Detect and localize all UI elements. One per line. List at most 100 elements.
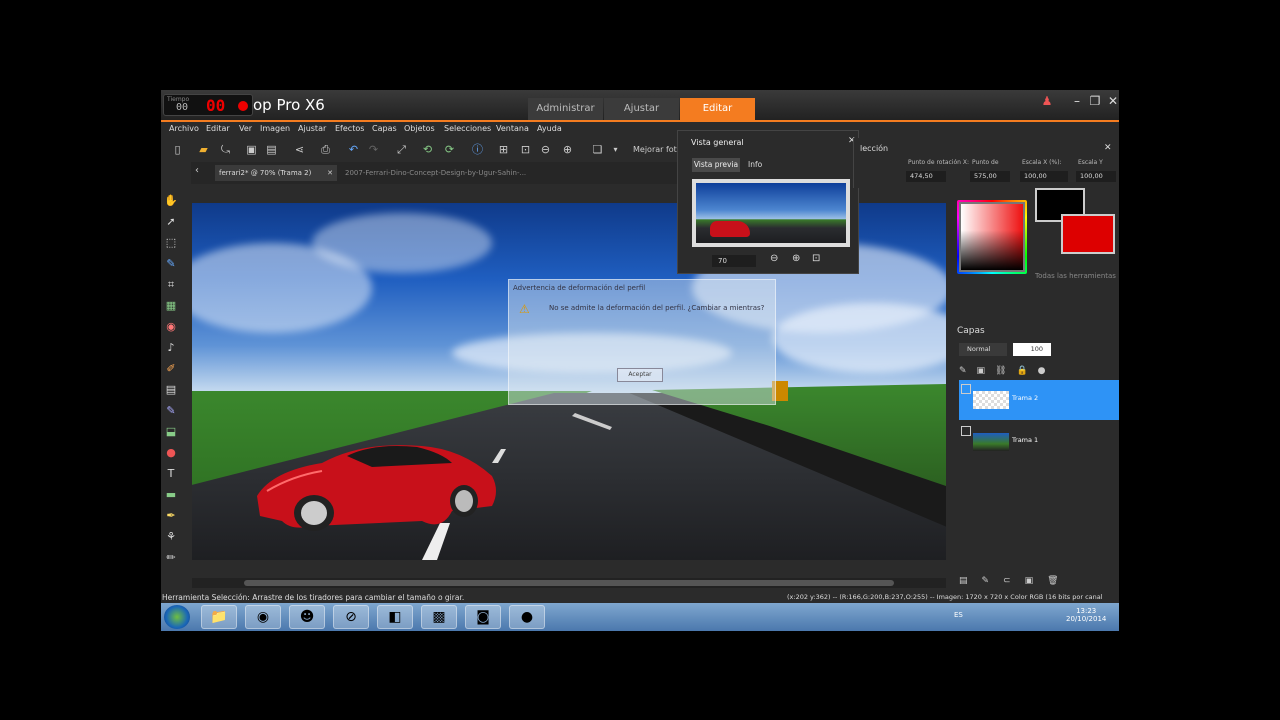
menu-selecciones[interactable]: Selecciones: [444, 124, 491, 133]
recorder-app-icon[interactable]: ●: [509, 605, 545, 629]
share-icon[interactable]: ⋖: [293, 143, 306, 156]
restore-icon[interactable]: ❐: [1087, 94, 1103, 108]
tab-editar[interactable]: Editar: [680, 98, 755, 120]
document-tab-inactive[interactable]: 2007-Ferrari-Dino-Concept-Design-by-Ugur…: [345, 165, 565, 181]
menu-ajustar[interactable]: Ajustar: [298, 124, 326, 133]
close-tab-icon[interactable]: ✕: [327, 165, 333, 181]
menu-efectos[interactable]: Efectos: [335, 124, 364, 133]
background-color-swatch[interactable]: [1061, 214, 1115, 254]
copy-icon[interactable]: ❏: [591, 143, 604, 156]
lighten-brush-icon[interactable]: ✎: [164, 404, 178, 418]
selection-tool-icon[interactable]: ⬚: [164, 236, 178, 250]
close-icon[interactable]: ✕: [1105, 94, 1119, 108]
close-icon[interactable]: ✕: [1104, 143, 1112, 153]
visibility-icon[interactable]: [961, 384, 971, 394]
scale-y-field[interactable]: 100,00: [1076, 171, 1116, 182]
menu-ver[interactable]: Ver: [239, 124, 252, 133]
tab-ajustar[interactable]: Ajustar: [604, 98, 679, 120]
pan-tool-icon[interactable]: ✋: [164, 194, 178, 208]
eraser-tool-icon[interactable]: ✏: [164, 551, 178, 565]
minimize-icon[interactable]: –: [1069, 94, 1085, 108]
straighten-tool-icon[interactable]: ▦: [164, 299, 178, 313]
resize-icon[interactable]: ⤢: [395, 143, 408, 156]
flood-fill-icon[interactable]: ⬓: [164, 425, 178, 439]
crop-tool-icon[interactable]: ⌗: [164, 278, 178, 292]
new-file-icon[interactable]: ▯: [171, 143, 184, 156]
dropper-tool-icon[interactable]: ✎: [164, 257, 178, 271]
zoom-in-icon[interactable]: ⊕: [561, 143, 574, 156]
zoom-out-icon[interactable]: ⊖: [539, 143, 552, 156]
menu-ventana[interactable]: Ventana: [496, 124, 529, 133]
enhance-photo-button[interactable]: Mejorar foto: [633, 145, 682, 154]
clock[interactable]: 13:23 20/10/2014: [1066, 607, 1106, 623]
layer-row-trama2[interactable]: Trama 2: [959, 380, 1119, 420]
app-icon[interactable]: ▩: [421, 605, 457, 629]
print-icon[interactable]: ⎙: [319, 143, 332, 156]
app-icon[interactable]: ◧: [377, 605, 413, 629]
picture-tube-icon[interactable]: ●: [164, 446, 178, 460]
chevron-left-icon[interactable]: ‹: [195, 165, 199, 176]
menu-ayuda[interactable]: Ayuda: [537, 124, 562, 133]
fit-window-icon[interactable]: ⊞: [497, 143, 510, 156]
horizontal-scrollbar[interactable]: [192, 578, 946, 588]
menu-capas[interactable]: Capas: [372, 124, 397, 133]
open-folder-icon[interactable]: ▰: [197, 143, 210, 156]
chrome-icon[interactable]: ◉: [245, 605, 281, 629]
save-as-icon[interactable]: ▤: [265, 143, 278, 156]
screen-recorder-widget[interactable]: Tiempo 00 00: [163, 94, 253, 116]
start-button[interactable]: [164, 605, 190, 629]
explorer-icon[interactable]: 📁: [201, 605, 237, 629]
save-icon[interactable]: ▣: [245, 143, 258, 156]
layers-bottom-toolbar[interactable]: ▤✎⊂▣🗑: [947, 574, 1119, 590]
menu-imagen[interactable]: Imagen: [260, 124, 290, 133]
undo-icon[interactable]: ↶: [347, 143, 360, 156]
camera-icon[interactable]: ◙: [465, 605, 501, 629]
language-indicator[interactable]: ES: [954, 611, 963, 619]
red-car-layer[interactable]: [252, 441, 502, 531]
rot-y-field[interactable]: 575,00: [970, 171, 1010, 182]
shape-tool-icon[interactable]: ▬: [164, 488, 178, 502]
menu-objetos[interactable]: Objetos: [404, 124, 435, 133]
warning-dialog-ghost[interactable]: Advertencia de deformación del perfil ⚠ …: [508, 279, 776, 405]
rotate-right-icon[interactable]: ⟳: [443, 143, 456, 156]
color-picker[interactable]: [959, 202, 1025, 272]
menu-editar[interactable]: Editar: [206, 124, 230, 133]
rot-x-field[interactable]: 474,50: [906, 171, 946, 182]
warp-brush-icon[interactable]: ⚘: [164, 530, 178, 544]
layer-tools[interactable]: ✎▣⛓🔒●: [959, 366, 1056, 376]
info-icon[interactable]: ⓘ: [471, 143, 484, 156]
pen-tool-icon[interactable]: ✒: [164, 509, 178, 523]
rotate-left-icon[interactable]: ⟲: [421, 143, 434, 156]
user-icon[interactable]: ♟: [1039, 94, 1055, 108]
record-icon[interactable]: [238, 101, 248, 111]
pick-tool-icon[interactable]: ➚: [164, 215, 178, 229]
all-tools-checkbox[interactable]: Todas las herramientas: [1035, 272, 1116, 280]
makeover-tool-icon[interactable]: ♪: [164, 341, 178, 355]
zoom-fit-icon[interactable]: ⊡: [519, 143, 532, 156]
scale-x-field[interactable]: 100,00: [1020, 171, 1068, 182]
blend-mode-select[interactable]: Normal: [959, 343, 1007, 356]
clone-brush-icon[interactable]: ▤: [164, 383, 178, 397]
text-tool-icon[interactable]: T: [164, 467, 178, 481]
tab-administrar[interactable]: Administrar: [528, 98, 603, 120]
fit-zoom-icon[interactable]: ⊡: [812, 253, 820, 264]
visibility-icon[interactable]: [961, 426, 971, 436]
tab-info[interactable]: Info: [748, 158, 778, 172]
opacity-field[interactable]: 100: [1013, 343, 1051, 356]
layer-actions-icons[interactable]: ▤✎⊂▣🗑: [959, 576, 1073, 586]
redo-icon[interactable]: ↷: [367, 143, 380, 156]
document-tab-active[interactable]: ferrari2* @ 70% (Trama 2) ✕: [215, 165, 337, 181]
menu-archivo[interactable]: Archivo: [169, 124, 199, 133]
app-icon[interactable]: ☻: [289, 605, 325, 629]
overview-thumbnail[interactable]: [692, 179, 850, 247]
scroll-thumb[interactable]: [244, 580, 894, 586]
dialog-ok-button[interactable]: Aceptar: [617, 368, 663, 382]
paint-brush-icon[interactable]: ✐: [164, 362, 178, 376]
chevron-down-icon[interactable]: ▾: [609, 143, 622, 156]
zoom-out-icon[interactable]: ⊖: [770, 253, 778, 264]
zoom-input[interactable]: 70: [712, 255, 756, 267]
app-icon[interactable]: ⊘: [333, 605, 369, 629]
redeye-tool-icon[interactable]: ◉: [164, 320, 178, 334]
scan-icon[interactable]: ⤿: [219, 143, 232, 156]
layer-row-trama1[interactable]: Trama 1: [959, 422, 1119, 462]
